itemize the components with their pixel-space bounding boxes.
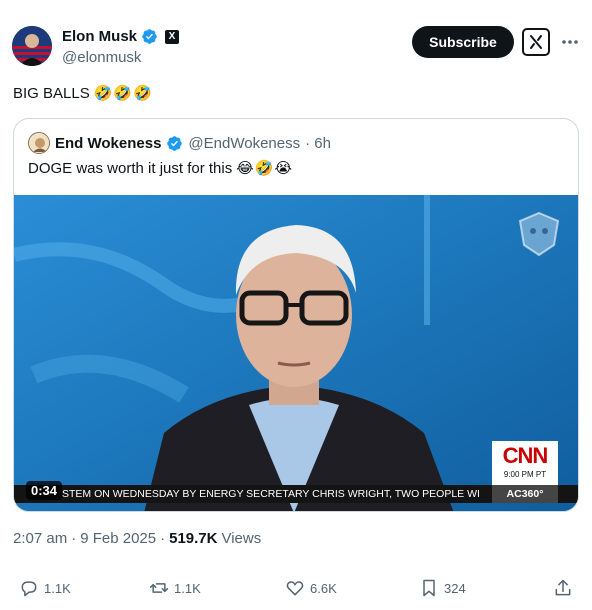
quoted-post-text: DOGE was worth it just for this 😂 🤣 😭: [28, 159, 292, 178]
post-text-body: BIG BALLS: [13, 84, 90, 102]
post-meta: 2:07 am · 9 Feb 2025 · 519.7K Views: [13, 530, 261, 547]
grok-icon[interactable]: [522, 28, 550, 56]
post-text: BIG BALLS 🤣 🤣 🤣: [13, 84, 152, 103]
quoted-author-handle[interactable]: @EndWokeness: [188, 135, 300, 152]
quoted-post-header: End Wokeness @EndWokeness · 6h: [28, 132, 331, 154]
quoted-author-avatar[interactable]: [28, 132, 50, 154]
news-ticker: STEM ON WEDNESDAY BY ENERGY SECRETARY CH…: [14, 485, 578, 503]
bookmark-count: 324: [444, 580, 466, 596]
reply-icon: [21, 581, 37, 597]
x-affiliate-icon[interactable]: X: [165, 29, 180, 44]
bookmark-icon: [423, 579, 435, 597]
post-time[interactable]: 2:07 am: [13, 530, 67, 547]
show-tag: AC360°: [492, 485, 558, 503]
like-count: 6.6K: [310, 580, 337, 596]
post-emojis: 🤣 🤣 🤣: [94, 84, 152, 102]
subscribe-button[interactable]: Subscribe: [412, 26, 514, 58]
video-player[interactable]: CNN 9:00 PM PT STEM ON WEDNESDAY BY ENER…: [14, 195, 578, 511]
quoted-post-emojis: 😂 🤣 😭: [236, 159, 292, 177]
sob-emoji: 😭: [274, 160, 292, 177]
quoted-post-body: DOGE was worth it just for this: [28, 159, 233, 177]
avatar-image: [12, 26, 52, 66]
author-handle[interactable]: @elonmusk: [62, 49, 141, 66]
reply-button[interactable]: 1.1K: [19, 578, 71, 598]
repost-count: 1.1K: [174, 580, 201, 596]
bookmark-button[interactable]: 324: [419, 578, 466, 598]
reply-count: 1.1K: [44, 580, 71, 596]
verified-badge-icon[interactable]: [141, 28, 158, 45]
views-label: Views: [221, 530, 262, 547]
heart-icon: [286, 581, 304, 596]
ticker-text: STEM ON WEDNESDAY BY ENERGY SECRETARY CH…: [62, 488, 480, 500]
meta-separator: ·: [71, 530, 77, 547]
author-avatar[interactable]: [12, 26, 52, 66]
meta-separator: ·: [160, 530, 166, 547]
rofl-emoji: 🤣: [113, 85, 133, 102]
video-duration: 0:34: [26, 481, 63, 500]
repost-button[interactable]: 1.1K: [149, 578, 201, 598]
cnn-time: 9:00 PM PT: [503, 470, 547, 479]
joy-emoji: 😂: [236, 160, 254, 177]
share-button[interactable]: [553, 578, 573, 598]
post-date[interactable]: 9 Feb 2025: [80, 530, 156, 547]
verified-badge-icon: [167, 135, 183, 151]
rofl-emoji: 🤣: [93, 85, 113, 102]
rofl-emoji: 🤣: [254, 160, 274, 177]
author-name-row: Elon Musk X: [62, 28, 180, 45]
rofl-emoji: 🤣: [133, 85, 152, 102]
views-count: 519.7K: [169, 530, 218, 547]
action-bar: 1.1K 1.1K 6.6K 324: [13, 578, 579, 600]
cnn-bug: CNN 9:00 PM PT: [492, 441, 558, 485]
quoted-post[interactable]: End Wokeness @EndWokeness · 6h DOGE was …: [13, 118, 579, 512]
more-icon[interactable]: [558, 30, 582, 54]
cnn-logo: CNN: [502, 443, 549, 468]
repost-icon: [149, 583, 169, 593]
quoted-author-name[interactable]: End Wokeness: [55, 135, 161, 152]
share-icon: [555, 579, 571, 596]
like-button[interactable]: 6.6K: [285, 578, 337, 598]
quoted-post-time[interactable]: · 6h: [305, 135, 331, 152]
author-name[interactable]: Elon Musk: [62, 28, 137, 45]
bulldog-watermark-icon: [518, 211, 560, 257]
